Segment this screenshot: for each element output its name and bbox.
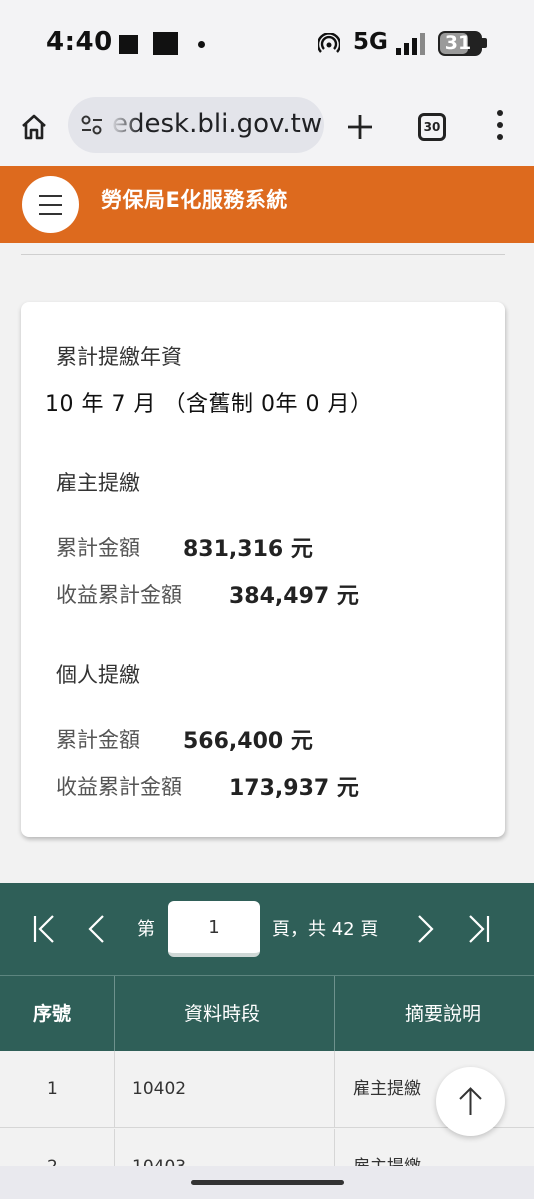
- battery-icon: 31: [438, 31, 482, 56]
- battery-level: 31: [444, 32, 472, 54]
- cell-period: 10402: [132, 1079, 187, 1099]
- home-icon[interactable]: [20, 113, 48, 141]
- employer-income-label: 收益累計金額: [56, 583, 182, 607]
- personal-section-title: 個人提繳: [56, 663, 140, 687]
- employer-income-value: 384,497 元: [229, 584, 359, 609]
- battery-tip: [482, 38, 487, 48]
- site-title: 勞保局E化服務系統: [101, 188, 288, 212]
- summary-card: 累計提繳年資 10 年 7 月 （含舊制 0年 0 月） 雇主提繳 累計金額 8…: [21, 302, 505, 837]
- pagination-bar: 第 頁，共 42 頁: [0, 883, 534, 975]
- tab-switcher-button[interactable]: 30: [418, 113, 446, 141]
- employer-amount-value: 831,316 元: [183, 537, 313, 562]
- system-navigation-bar: [0, 1166, 534, 1199]
- gesture-handle[interactable]: [191, 1180, 344, 1185]
- hotspot-icon: [318, 33, 340, 53]
- employer-amount-label: 累計金額: [56, 536, 140, 560]
- next-page-icon[interactable]: [410, 913, 440, 945]
- browser-toolbar: edesk.bli.gov.tw 30: [0, 88, 534, 166]
- first-page-icon[interactable]: [30, 913, 60, 945]
- site-settings-icon[interactable]: [80, 114, 104, 136]
- address-bar[interactable]: edesk.bli.gov.tw: [68, 97, 324, 153]
- status-time: 4:40: [46, 27, 113, 57]
- personal-income-label: 收益累計金額: [56, 775, 182, 799]
- personal-income-value: 173,937 元: [229, 776, 359, 801]
- hamburger-menu-icon[interactable]: [22, 176, 79, 233]
- cell-summary: 雇主提繳: [353, 1079, 421, 1099]
- column-header-summary: 摘要說明: [405, 1003, 482, 1025]
- personal-amount-value: 566,400 元: [183, 729, 313, 754]
- page-number-input[interactable]: [168, 901, 260, 957]
- scroll-to-top-button[interactable]: [436, 1067, 505, 1136]
- seniority-label: 累計提繳年資: [56, 345, 182, 369]
- seniority-value: 10 年 7 月 （含舊制 0年 0 月）: [45, 392, 373, 417]
- employer-section-title: 雇主提繳: [56, 471, 140, 495]
- prev-page-icon[interactable]: [82, 913, 112, 945]
- cell-seq: 1: [47, 1079, 58, 1099]
- personal-amount-label: 累計金額: [56, 728, 140, 752]
- page-suffix: 頁，共 42 頁: [272, 919, 379, 940]
- new-tab-icon[interactable]: [345, 112, 375, 142]
- site-header: 勞保局E化服務系統: [0, 166, 534, 243]
- notification-icon: [153, 32, 178, 55]
- network-type: 5G: [353, 29, 388, 55]
- signal-icon: [396, 33, 425, 55]
- notification-icon: [119, 35, 138, 54]
- arrow-up-icon: [459, 1087, 482, 1115]
- table-header: 序號 資料時段 摘要說明: [0, 975, 534, 1052]
- more-menu-icon[interactable]: [495, 110, 505, 144]
- status-bar: 4:40 5G 31: [0, 0, 534, 88]
- column-header-seq: 序號: [33, 1003, 72, 1025]
- divider: [21, 254, 505, 255]
- last-page-icon[interactable]: [463, 913, 493, 945]
- column-header-period: 資料時段: [184, 1003, 261, 1025]
- more-notifications-icon: [198, 41, 205, 48]
- url-text: edesk.bli.gov.tw: [112, 109, 323, 139]
- page-prefix: 第: [137, 919, 155, 940]
